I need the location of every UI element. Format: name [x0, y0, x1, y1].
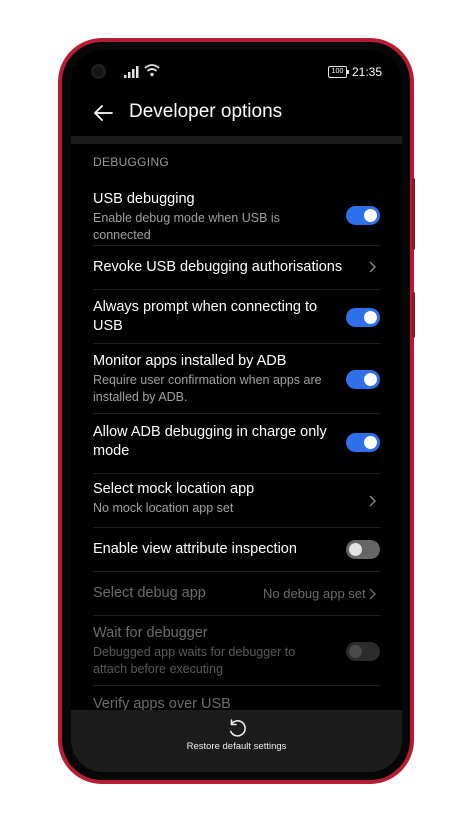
item-title: Revoke USB debugging authorisations [93, 259, 343, 275]
chevron-right-icon [369, 588, 376, 600]
monitor-apps-item[interactable]: Monitor apps installed by ADB Require us… [71, 344, 402, 414]
wifi-icon [144, 64, 160, 77]
volume-button [412, 178, 415, 250]
adb-charge-only-item[interactable]: Allow ADB debugging in charge only mode [71, 414, 402, 474]
item-title: Select debug app [93, 585, 206, 601]
restore-defaults-button[interactable]: Restore default settings [71, 741, 402, 752]
toggle-knob [364, 373, 377, 386]
item-title: Always prompt when connecting to USB [93, 299, 318, 334]
page-title: Developer options [129, 101, 283, 122]
mock-location-item[interactable]: Select mock location app No mock locatio… [71, 474, 402, 528]
phone-screen: 100 21:35 Developer options DEBUGGING US… [71, 50, 402, 772]
item-subtitle: Enable debug mode when USB is connected [93, 211, 280, 242]
always-prompt-toggle[interactable] [346, 308, 380, 327]
item-title: Allow ADB debugging in charge only mode [93, 424, 327, 459]
app-header: Developer options [71, 94, 402, 136]
item-title: USB debugging [93, 191, 195, 207]
signal-icon [124, 66, 139, 78]
adb-charge-only-toggle[interactable] [346, 433, 380, 452]
status-time: 21:35 [352, 65, 383, 79]
restore-icon[interactable] [226, 717, 248, 739]
item-title: Wait for debugger [93, 625, 208, 641]
toggle-knob [364, 209, 377, 222]
wait-for-debugger-toggle[interactable] [346, 642, 380, 661]
section-header: DEBUGGING [93, 155, 170, 169]
verify-apps-usb-item[interactable]: Verify apps over USB [71, 686, 402, 710]
revoke-authorisations-item[interactable]: Revoke USB debugging authorisations [71, 246, 402, 290]
item-title: Verify apps over USB [93, 696, 231, 710]
toggle-knob [349, 543, 362, 556]
item-subtitle: Require user confirmation when apps are … [93, 373, 322, 404]
view-attribute-inspection-toggle[interactable] [346, 540, 380, 559]
item-subtitle: Debugged app waits for debugger to attac… [93, 645, 296, 676]
front-camera [91, 64, 106, 79]
monitor-apps-toggle[interactable] [346, 370, 380, 389]
status-bar: 100 21:35 [71, 50, 402, 94]
header-divider [71, 136, 402, 144]
item-subtitle: No mock location app set [93, 501, 234, 515]
power-button [412, 292, 415, 338]
toggle-knob [349, 645, 362, 658]
select-debug-app-item[interactable]: Select debug app No debug app set [71, 572, 402, 616]
usb-debugging-item[interactable]: USB debugging Enable debug mode when USB… [71, 182, 402, 246]
item-title: Monitor apps installed by ADB [93, 353, 287, 369]
battery-icon: 100 [328, 66, 349, 78]
chevron-right-icon [369, 261, 376, 273]
back-arrow-icon[interactable] [92, 102, 114, 124]
debug-app-value: No debug app set [263, 586, 366, 601]
toggle-knob [364, 311, 377, 324]
settings-list[interactable]: DEBUGGING USB debugging Enable debug mod… [71, 144, 402, 710]
view-attribute-inspection-item[interactable]: Enable view attribute inspection [71, 528, 402, 572]
restore-defaults-bar[interactable]: Restore default settings [71, 710, 402, 772]
chevron-right-icon [369, 495, 376, 507]
always-prompt-item[interactable]: Always prompt when connecting to USB [71, 290, 402, 344]
item-title: Select mock location app [93, 481, 255, 497]
toggle-knob [364, 436, 377, 449]
usb-debugging-toggle[interactable] [346, 206, 380, 225]
item-title: Enable view attribute inspection [93, 541, 297, 557]
wait-for-debugger-item[interactable]: Wait for debugger Debugged app waits for… [71, 616, 402, 686]
